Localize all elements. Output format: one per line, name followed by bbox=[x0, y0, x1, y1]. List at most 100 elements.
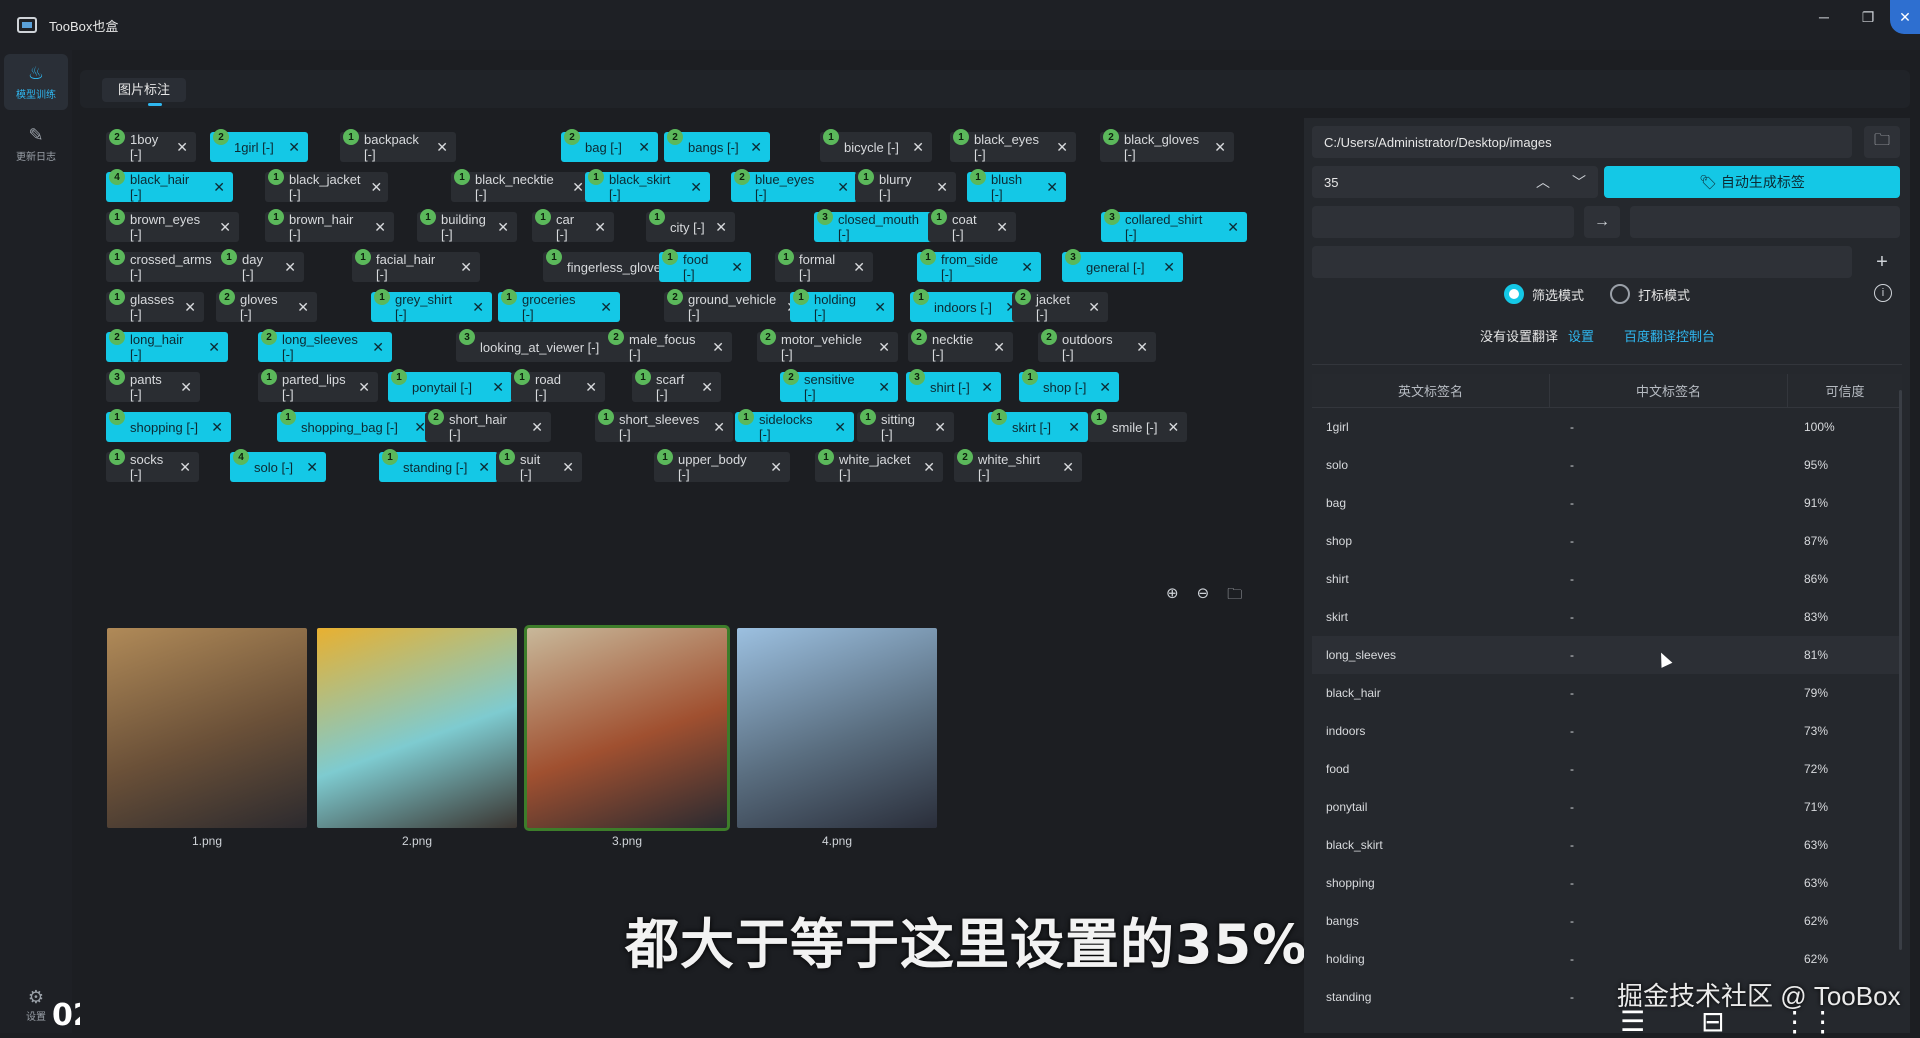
tag-chip[interactable]: 2 white_shirt [-] ✕ bbox=[954, 449, 1082, 482]
table-row[interactable]: shirt - 86% bbox=[1312, 560, 1902, 598]
tag-label[interactable]: standing [-] bbox=[403, 460, 467, 475]
remove-tag-icon[interactable]: ✕ bbox=[521, 419, 543, 436]
tag-label[interactable]: closed_mouth [-] bbox=[838, 212, 924, 242]
tag-chip[interactable]: 1 black_eyes [-] ✕ bbox=[950, 129, 1076, 162]
remove-tag-icon[interactable]: ✕ bbox=[1089, 379, 1111, 396]
tag-mode-radio[interactable]: 打标模式 bbox=[1610, 284, 1690, 304]
tag-label[interactable]: looking_at_viewer [-] bbox=[480, 340, 599, 355]
tag-chip[interactable]: 1 black_necktie [-] ✕ bbox=[451, 169, 592, 202]
remove-tag-icon[interactable]: ✕ bbox=[278, 139, 300, 156]
tag-label[interactable]: general [-] bbox=[1086, 260, 1145, 275]
tag-chip[interactable]: 1 black_skirt [-] ✕ bbox=[585, 169, 710, 202]
tag-chip[interactable]: 1 facial_hair [-] ✕ bbox=[352, 249, 480, 282]
tag-chip[interactable]: 1 white_jacket [-] ✕ bbox=[815, 449, 943, 482]
settings-link[interactable]: 设置 bbox=[1568, 326, 1594, 345]
remove-tag-icon[interactable]: ✕ bbox=[169, 459, 191, 476]
tag-chip[interactable]: 2 male_focus [-] ✕ bbox=[605, 329, 732, 362]
tag-chip[interactable]: 1 blurry [-] ✕ bbox=[855, 169, 956, 202]
tag-chip[interactable]: 3 collared_shirt [-] ✕ bbox=[1101, 209, 1247, 242]
tag-label[interactable]: black_gloves [-] bbox=[1124, 132, 1204, 162]
remove-tag-icon[interactable]: ✕ bbox=[983, 339, 1005, 356]
tag-label[interactable]: scarf [-] bbox=[656, 372, 691, 402]
tag-label[interactable]: short_hair [-] bbox=[449, 412, 521, 442]
tag-chip[interactable]: 1 holding [-] ✕ bbox=[790, 289, 894, 322]
remove-tag-icon[interactable]: ✕ bbox=[924, 419, 946, 436]
tag-label[interactable]: upper_body [-] bbox=[678, 452, 760, 482]
remove-tag-icon[interactable]: ✕ bbox=[902, 139, 924, 156]
tag-label[interactable]: jacket [-] bbox=[1036, 292, 1078, 322]
folder-icon[interactable]: 🗀 bbox=[1227, 584, 1242, 609]
remove-tag-icon[interactable]: ✕ bbox=[913, 459, 935, 476]
subtitle-icon[interactable]: ⊟ bbox=[1701, 1005, 1724, 1038]
remove-tag-icon[interactable]: ✕ bbox=[296, 459, 318, 476]
tag-chip[interactable]: 2 outdoors [-] ✕ bbox=[1038, 329, 1156, 362]
tag-chip[interactable]: 1 upper_body [-] ✕ bbox=[654, 449, 790, 482]
tag-chip[interactable]: 1 brown_eyes [-] ✕ bbox=[106, 209, 239, 242]
remove-tag-icon[interactable]: ✕ bbox=[827, 179, 849, 196]
sidebar-item-model-training[interactable]: ♨ 模型训练 bbox=[4, 54, 68, 110]
remove-tag-icon[interactable]: ✕ bbox=[843, 259, 865, 276]
zoom-out-icon[interactable]: ⊖ bbox=[1197, 584, 1210, 609]
tag-label[interactable]: bangs [-] bbox=[688, 140, 739, 155]
header-english-tag[interactable]: 英文标签名 bbox=[1312, 374, 1550, 407]
filter-mode-radio[interactable]: 筛选模式 bbox=[1504, 284, 1584, 304]
image-thumbnail[interactable] bbox=[737, 628, 937, 828]
zoom-in-icon[interactable]: ⊕ bbox=[1166, 584, 1179, 609]
tag-chip[interactable]: 1 food [-] ✕ bbox=[659, 249, 751, 282]
remove-tag-icon[interactable]: ✕ bbox=[562, 179, 584, 196]
path-input[interactable]: C:/Users/Administrator/Desktop/images bbox=[1312, 126, 1852, 158]
remove-tag-icon[interactable]: ✕ bbox=[1153, 259, 1175, 276]
tag-chip[interactable]: 1 smile [-] ✕ bbox=[1088, 409, 1188, 442]
table-scrollbar[interactable] bbox=[1899, 390, 1902, 950]
remove-tag-icon[interactable]: ✕ bbox=[462, 299, 484, 316]
remove-tag-icon[interactable]: ✕ bbox=[287, 299, 309, 316]
tag-chip[interactable]: 2 sensitive [-] ✕ bbox=[780, 369, 898, 402]
remove-tag-icon[interactable]: ✕ bbox=[1204, 139, 1226, 156]
tag-label[interactable]: from_side [-] bbox=[941, 252, 1011, 282]
tag-chip[interactable]: 1 skirt [-] ✕ bbox=[988, 409, 1088, 442]
tag-label[interactable]: shirt [-] bbox=[930, 380, 970, 395]
folder-icon[interactable]: 🗀 bbox=[1864, 126, 1900, 158]
remove-tag-icon[interactable]: ✕ bbox=[760, 459, 782, 476]
remove-tag-icon[interactable]: ✕ bbox=[703, 419, 725, 436]
table-row[interactable]: shop - 87% bbox=[1312, 522, 1902, 560]
remove-tag-icon[interactable]: ✕ bbox=[1058, 419, 1080, 436]
tag-label[interactable]: collared_shirt [-] bbox=[1125, 212, 1217, 242]
tag-chip[interactable]: 4 solo [-] ✕ bbox=[230, 449, 326, 482]
remove-tag-icon[interactable]: ✕ bbox=[348, 379, 370, 396]
tab-image-annotation[interactable]: 图片标注 bbox=[102, 78, 187, 106]
tag-chip[interactable]: 1 socks [-] ✕ bbox=[106, 449, 199, 482]
tag-label[interactable]: shop [-] bbox=[1043, 380, 1086, 395]
tag-chip[interactable]: 1 bicycle [-] ✕ bbox=[820, 129, 932, 162]
tag-chip[interactable]: 1 building [-] ✕ bbox=[417, 209, 517, 242]
tag-label[interactable]: blush [-] bbox=[991, 172, 1036, 202]
tag-label[interactable]: grey_shirt [-] bbox=[395, 292, 462, 322]
tag-label[interactable]: ponytail [-] bbox=[412, 380, 472, 395]
tag-chip[interactable]: 1 groceries [-] ✕ bbox=[498, 289, 620, 322]
minimize-button[interactable]: ─ bbox=[1802, 0, 1846, 34]
table-row[interactable]: ponytail - 71% bbox=[1312, 788, 1902, 826]
header-chinese-tag[interactable]: 中文标签名 bbox=[1550, 374, 1788, 407]
tag-label[interactable]: black_hair [-] bbox=[130, 172, 203, 202]
tag-label[interactable]: bicycle [-] bbox=[844, 140, 899, 155]
tag-chip[interactable]: 1 black_jacket [-] ✕ bbox=[265, 169, 388, 202]
tag-chip[interactable]: 2 1girl [-] ✕ bbox=[210, 129, 308, 162]
remove-tag-icon[interactable]: ✕ bbox=[274, 259, 296, 276]
tag-chip[interactable]: 1 blush [-] ✕ bbox=[967, 169, 1066, 202]
tag-label[interactable]: black_eyes [-] bbox=[974, 132, 1046, 162]
tag-chip[interactable]: 1 brown_hair [-] ✕ bbox=[265, 209, 394, 242]
tag-label[interactable]: sensitive [-] bbox=[804, 372, 868, 402]
tag-label[interactable]: groceries [-] bbox=[522, 292, 590, 322]
tag-chip[interactable]: 1 formal [-] ✕ bbox=[775, 249, 873, 282]
remove-tag-icon[interactable]: ✕ bbox=[426, 139, 448, 156]
remove-tag-icon[interactable]: ✕ bbox=[404, 419, 426, 436]
remove-tag-icon[interactable]: ✕ bbox=[1158, 419, 1180, 436]
tag-chip[interactable]: 2ground_vehicle [-]✕ bbox=[664, 289, 805, 322]
remove-tag-icon[interactable]: ✕ bbox=[468, 459, 490, 476]
table-row[interactable]: black_hair - 79% bbox=[1312, 674, 1902, 712]
tag-label[interactable]: facial_hair [-] bbox=[376, 252, 450, 282]
remove-tag-icon[interactable]: ✕ bbox=[362, 339, 384, 356]
tag-label[interactable]: motor_vehicle [-] bbox=[781, 332, 868, 362]
grid-icon[interactable]: ⋮⋮ bbox=[1781, 1005, 1837, 1038]
tag-label[interactable]: holding [-] bbox=[814, 292, 864, 322]
